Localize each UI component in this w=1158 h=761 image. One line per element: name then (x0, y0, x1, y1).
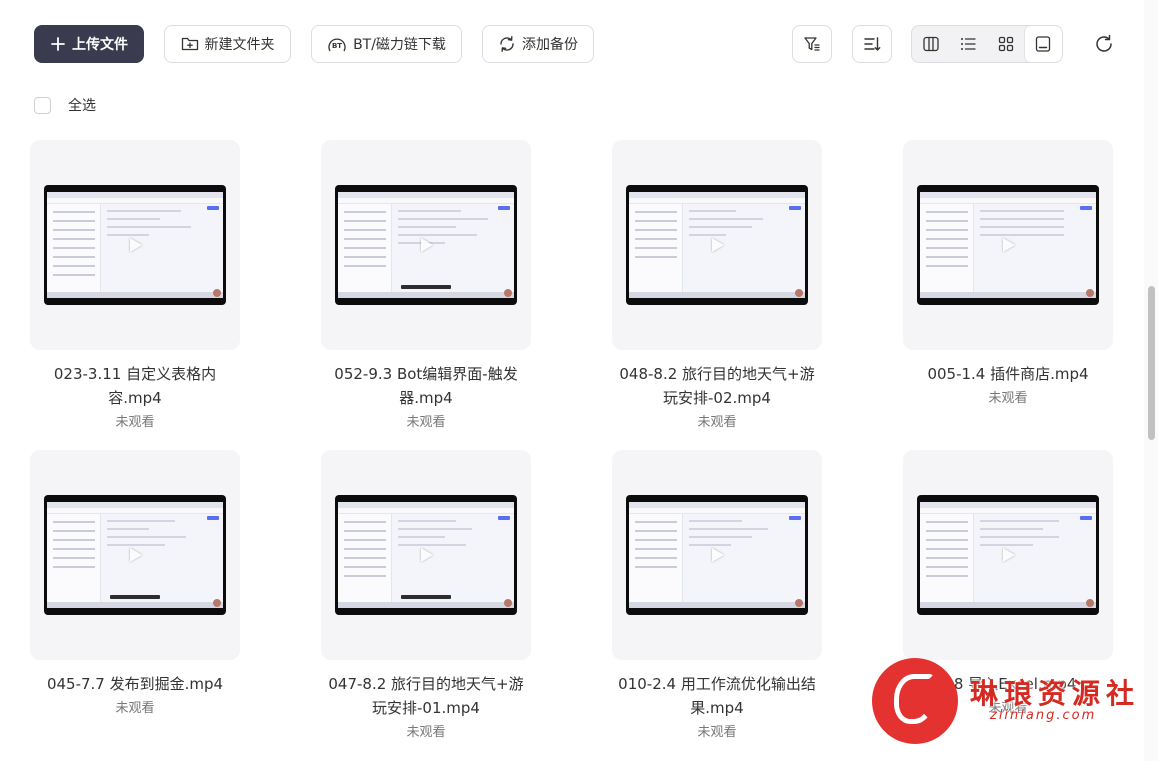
list-view-icon (961, 38, 976, 50)
toolbar: 上传文件 新建文件夹 BT BT/磁力链下载 添加备份 (34, 25, 1158, 65)
select-all-checkbox[interactable] (34, 96, 51, 114)
add-backup-label: 添加备份 (522, 37, 578, 53)
sort-icon (864, 37, 881, 51)
video-thumbnail[interactable] (30, 140, 240, 350)
video-preview (626, 185, 808, 305)
video-preview (335, 185, 517, 305)
video-thumbnail[interactable] (321, 140, 531, 350)
watch-status: 未观看 (115, 415, 155, 430)
plus-icon (51, 37, 65, 51)
file-card[interactable]: 005-1.4 插件商店.mp4 未观看 (903, 140, 1113, 410)
watch-status: 未观看 (697, 415, 737, 430)
bt-magnet-download-button[interactable]: BT BT/磁力链下载 (311, 25, 462, 63)
file-card[interactable]: 048-8.2 旅行目的地天气+游玩安排-02.mp4 未观看 (612, 140, 822, 434)
file-name: 052-9.3 Bot编辑界面-触发器.mp4 (334, 365, 518, 407)
refresh-icon (1096, 34, 1112, 52)
watermark: 琳琅资源社 zlinlang.com (872, 658, 1142, 748)
watch-status: 未观看 (115, 701, 155, 716)
video-thumbnail[interactable] (30, 450, 240, 660)
vertical-scrollbar[interactable] (1144, 0, 1158, 761)
scrollbar-thumb[interactable] (1148, 286, 1155, 440)
watermark-text: 琳琅资源社 (970, 677, 1141, 710)
play-icon (421, 548, 433, 562)
play-icon (1003, 238, 1015, 252)
file-name: 047-8.2 旅行目的地天气+游玩安排-01.mp4 (328, 675, 524, 717)
refresh-button[interactable] (1093, 33, 1115, 59)
play-icon (1003, 548, 1015, 562)
video-thumbnail[interactable] (903, 140, 1113, 350)
video-preview (44, 495, 226, 615)
file-card[interactable]: 023-3.11 自定义表格内容.mp4 未观看 (30, 140, 240, 434)
video-preview (917, 495, 1099, 615)
watermark-url: zlinlang.com (990, 708, 1097, 723)
file-name: 045-7.7 发布到掘金.mp4 (46, 675, 224, 693)
watch-status: 未观看 (988, 391, 1028, 406)
grid-view-icon (998, 36, 1013, 52)
video-thumbnail[interactable] (612, 140, 822, 350)
sync-icon (500, 36, 514, 52)
add-backup-button[interactable]: 添加备份 (482, 25, 594, 63)
video-preview (44, 185, 226, 305)
folder-plus-icon (181, 37, 198, 51)
new-folder-label: 新建文件夹 (204, 37, 275, 53)
columns-view-icon (923, 36, 939, 52)
bt-icon: BT (328, 38, 346, 52)
video-preview (917, 185, 1099, 305)
file-card[interactable]: 045-7.7 发布到掘金.mp4 未观看 (30, 450, 240, 720)
file-name: 048-8.2 旅行目的地天气+游玩安排-02.mp4 (619, 365, 815, 407)
view-columns-button[interactable] (912, 26, 950, 62)
view-preview-button[interactable] (1024, 26, 1062, 62)
play-icon (130, 238, 142, 252)
file-name: 010-2.4 用工作流优化输出结果.mp4 (618, 675, 816, 717)
play-icon (130, 548, 142, 562)
file-name: 023-3.11 自定义表格内容.mp4 (53, 365, 217, 407)
play-icon (712, 548, 724, 562)
video-thumbnail[interactable] (321, 450, 531, 660)
watch-status: 未观看 (406, 725, 446, 740)
play-icon (712, 238, 724, 252)
view-list-button[interactable] (950, 26, 988, 62)
video-preview (626, 495, 808, 615)
file-card[interactable]: 010-2.4 用工作流优化输出结果.mp4 未观看 (612, 450, 822, 744)
preview-view-icon (1036, 36, 1051, 52)
video-thumbnail[interactable] (612, 450, 822, 660)
select-all-label: 全选 (68, 98, 96, 114)
filter-icon (804, 37, 820, 51)
filter-button[interactable] (792, 25, 832, 63)
view-mode-switcher (911, 25, 1063, 63)
deer-logo-icon (872, 658, 958, 744)
file-card[interactable]: 047-8.2 旅行目的地天气+游玩安排-01.mp4 未观看 (321, 450, 531, 744)
svg-text:BT: BT (332, 42, 342, 50)
video-preview (335, 495, 517, 615)
watch-status: 未观看 (697, 725, 737, 740)
video-thumbnail[interactable] (903, 450, 1113, 660)
upload-label: 上传文件 (72, 37, 128, 53)
file-card[interactable]: 052-9.3 Bot编辑界面-触发器.mp4 未观看 (321, 140, 531, 434)
select-all[interactable]: 全选 (34, 95, 96, 115)
play-icon (421, 238, 433, 252)
file-name: 005-1.4 插件商店.mp4 (927, 365, 1089, 383)
sort-button[interactable] (852, 25, 892, 63)
upload-button[interactable]: 上传文件 (34, 25, 144, 63)
new-folder-button[interactable]: 新建文件夹 (164, 25, 291, 63)
bt-label: BT/磁力链下载 (353, 37, 446, 53)
watch-status: 未观看 (406, 415, 446, 430)
view-grid-button[interactable] (987, 26, 1025, 62)
